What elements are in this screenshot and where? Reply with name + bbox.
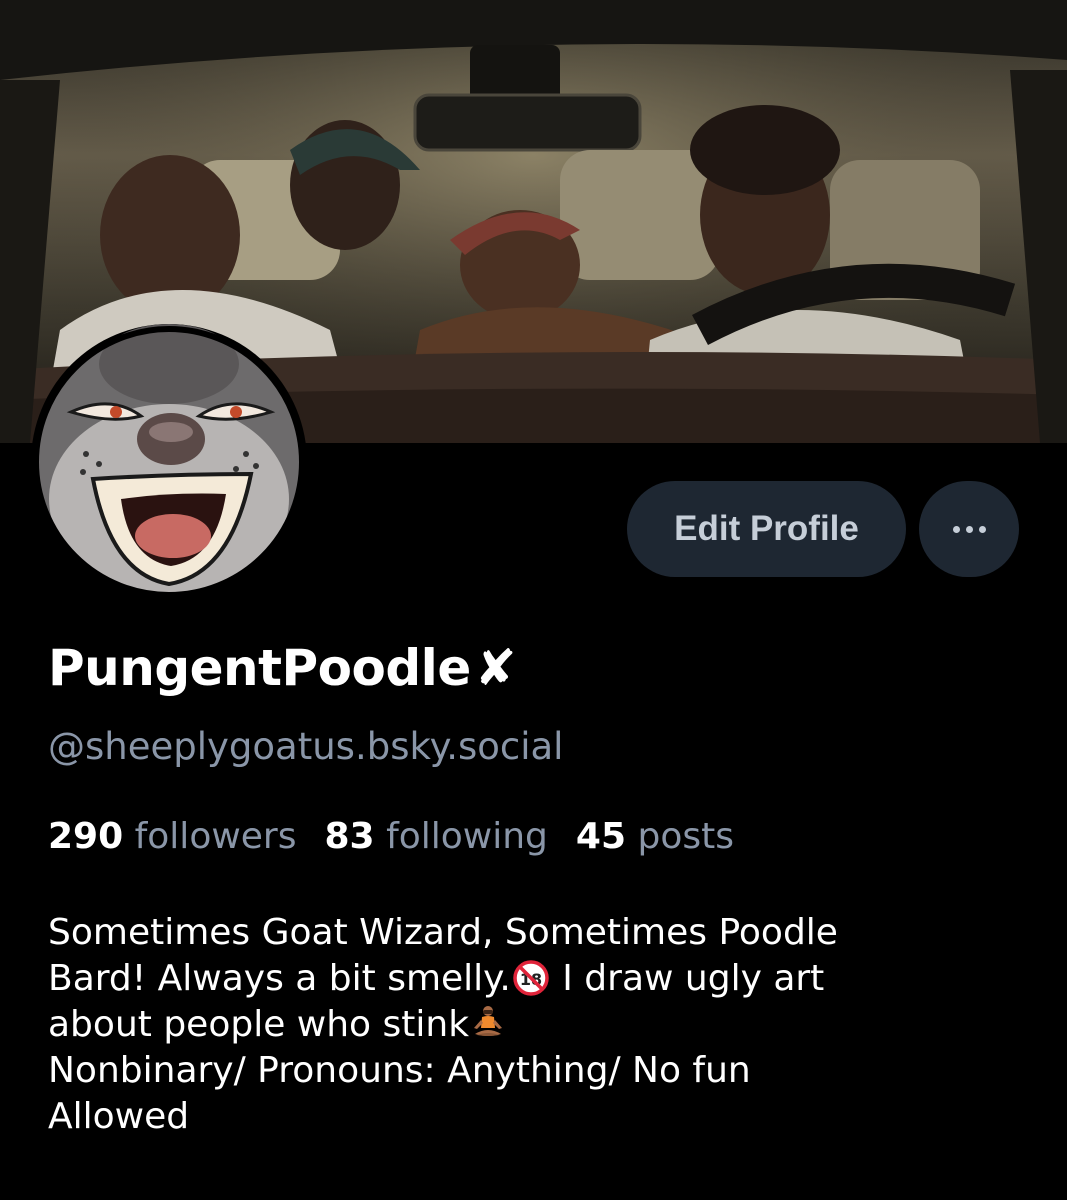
posts-count: 45 <box>575 816 627 857</box>
bio-line: about people who stink <box>48 1002 1038 1048</box>
profile-bio: Sometimes Goat Wizard, Sometimes Poodle … <box>48 910 1038 1140</box>
following-count: 83 <box>324 816 375 857</box>
profile-avatar[interactable] <box>31 324 307 600</box>
following-stat[interactable]: 83 following <box>325 816 548 857</box>
person-meditating-icon <box>474 1006 503 1036</box>
display-name-text: PungentPoodle <box>48 639 471 697</box>
bio-line: Nonbinary/ Pronouns: Anything/ No fun <box>48 1050 751 1091</box>
bio-text: about people who stink <box>48 1004 470 1045</box>
followers-stat[interactable]: 290 followers <box>48 816 297 857</box>
followers-label: followers <box>134 816 297 857</box>
avatar-image <box>33 324 305 598</box>
ellipsis-icon-dot <box>978 525 986 533</box>
followers-count: 290 <box>48 816 124 857</box>
display-name: PungentPoodle ✘ <box>48 628 517 708</box>
bio-line: Bard! Always a bit smelly. 18 I draw ugl… <box>48 956 1038 1002</box>
bio-line: Sometimes Goat Wizard, Sometimes Poodle <box>48 912 838 953</box>
profile-handle: @sheeplygoatus.bsky.social <box>48 725 564 768</box>
no-under-18-icon: 18 <box>513 960 549 996</box>
edit-profile-button[interactable]: Edit Profile <box>627 481 906 577</box>
posts-stat: 45 posts <box>576 816 734 857</box>
more-options-button[interactable] <box>919 481 1019 577</box>
ellipsis-icon-dot <box>965 525 973 533</box>
profile-stats: 290 followers 83 following 45 posts <box>48 816 762 857</box>
ellipsis-icon <box>952 525 960 533</box>
bio-line: Allowed <box>48 1096 190 1137</box>
bio-text: I draw ugly art <box>550 958 825 999</box>
cross-mark-icon: ✘ <box>474 639 517 697</box>
posts-label: posts <box>637 816 734 857</box>
bio-text: Bard! Always a bit smelly. <box>48 958 511 999</box>
following-label: following <box>386 816 548 857</box>
